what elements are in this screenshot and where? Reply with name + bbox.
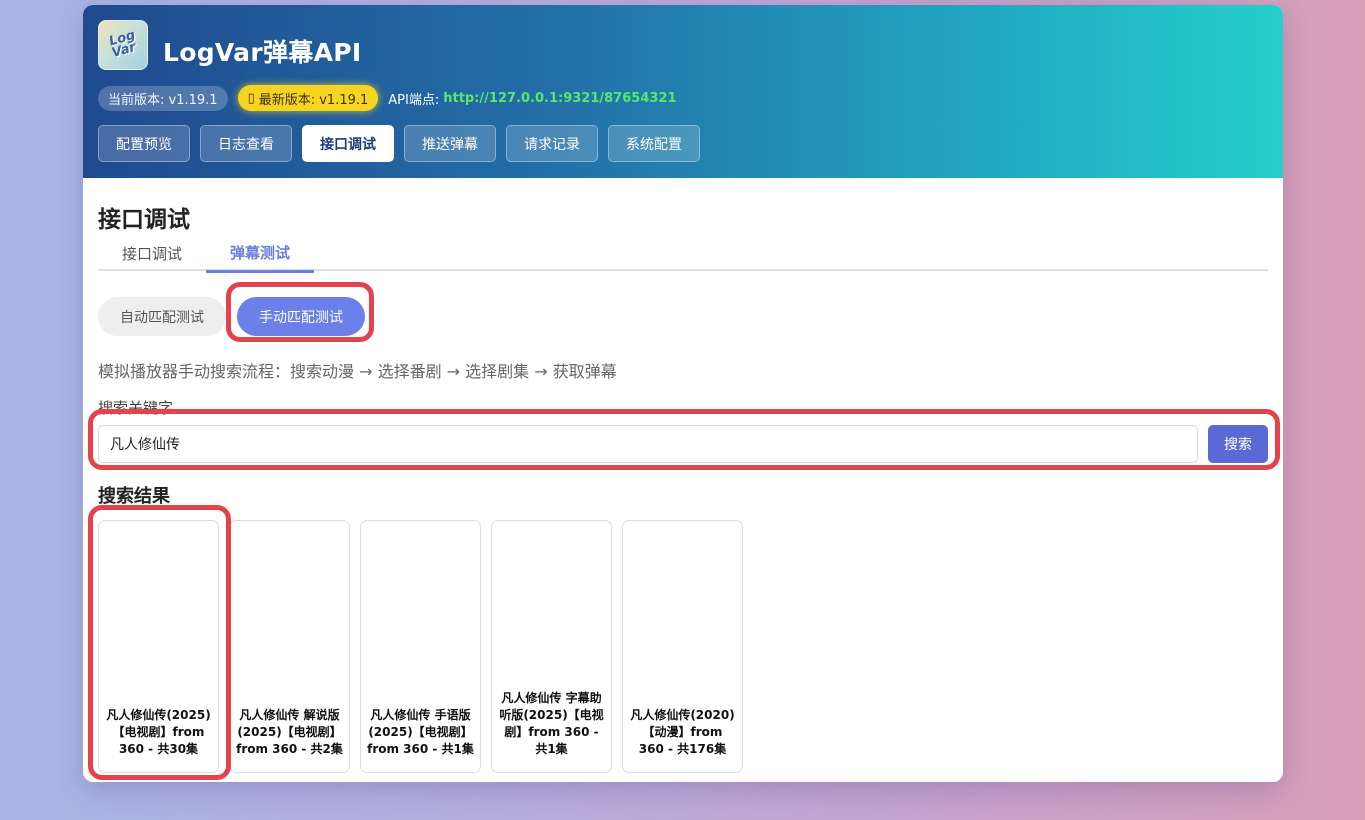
search-results-list: 凡人修仙传(2025)【电视剧】from 360 - 共30集 凡人修仙传 解说… <box>98 520 743 773</box>
search-input[interactable] <box>98 425 1198 463</box>
result-title: 凡人修仙传(2025)【电视剧】from 360 - 共30集 <box>106 708 211 756</box>
update-icon: ▯ <box>247 90 255 106</box>
nav-api-debug[interactable]: 接口调试 <box>302 125 394 162</box>
result-title: 凡人修仙传 解说版(2025)【电视剧】from 360 - 共2集 <box>236 708 343 756</box>
result-title: 凡人修仙传 字幕助听版(2025)【电视剧】from 360 - 共1集 <box>499 691 604 756</box>
subtab-api-debug[interactable]: 接口调试 <box>98 235 206 271</box>
main-nav: 配置预览 日志查看 接口调试 推送弹幕 请求记录 系统配置 <box>98 125 700 162</box>
subtab-danmaku-test[interactable]: 弹幕测试 <box>206 235 315 273</box>
nav-push-danmaku[interactable]: 推送弹幕 <box>404 125 496 162</box>
search-keyword-label: 搜索关键字 <box>98 399 174 417</box>
manual-match-test-button[interactable]: 手动匹配测试 <box>237 297 365 336</box>
app-title: LogVar弹幕API <box>163 38 362 67</box>
header: Log Var LogVar弹幕API 当前版本: v1.19.1 ▯ 最新版本:… <box>83 5 1283 178</box>
result-card[interactable]: 凡人修仙传 解说版(2025)【电视剧】from 360 - 共2集 <box>229 520 350 773</box>
result-card[interactable]: 凡人修仙传 手语版(2025)【电视剧】from 360 - 共1集 <box>360 520 481 773</box>
result-title: 凡人修仙传 手语版(2025)【电视剧】from 360 - 共1集 <box>367 708 474 756</box>
page-title: 接口调试 <box>98 207 190 233</box>
nav-log-viewer[interactable]: 日志查看 <box>200 125 292 162</box>
api-endpoint-url: http://127.0.0.1:9321/87654321 <box>443 90 677 106</box>
result-card[interactable]: 凡人修仙传(2025)【电视剧】from 360 - 共30集 <box>98 520 219 773</box>
current-version-badge: 当前版本: v1.19.1 <box>98 85 228 111</box>
nav-system-config[interactable]: 系统配置 <box>608 125 700 162</box>
search-results-title: 搜索结果 <box>98 486 170 507</box>
subtab-bar: 接口调试 弹幕测试 <box>98 235 1268 273</box>
search-button[interactable]: 搜索 <box>1208 425 1268 463</box>
main-card: Log Var LogVar弹幕API 当前版本: v1.19.1 ▯ 最新版本:… <box>83 5 1283 782</box>
auto-match-test-button[interactable]: 自动匹配测试 <box>98 297 226 336</box>
nav-config-preview[interactable]: 配置预览 <box>98 125 190 162</box>
result-card[interactable]: 凡人修仙传(2020)【动漫】from 360 - 共176集 <box>622 520 743 773</box>
result-card[interactable]: 凡人修仙传 字幕助听版(2025)【电视剧】from 360 - 共1集 <box>491 520 612 773</box>
result-title: 凡人修仙传(2020)【动漫】from 360 - 共176集 <box>630 708 735 756</box>
api-endpoint-label: API端点: <box>388 92 440 108</box>
flow-description: 模拟播放器手动搜索流程：搜索动漫 → 选择番剧 → 选择剧集 → 获取弹幕 <box>98 362 617 381</box>
latest-version-text: 最新版本: v1.19.1 <box>258 92 369 108</box>
latest-version-badge: ▯ 最新版本: v1.19.1 <box>237 85 379 111</box>
meta-row: 当前版本: v1.19.1 ▯ 最新版本: v1.19.1 API端点: htt… <box>98 85 677 111</box>
app-logo: Log Var <box>98 20 148 70</box>
nav-request-log[interactable]: 请求记录 <box>506 125 598 162</box>
